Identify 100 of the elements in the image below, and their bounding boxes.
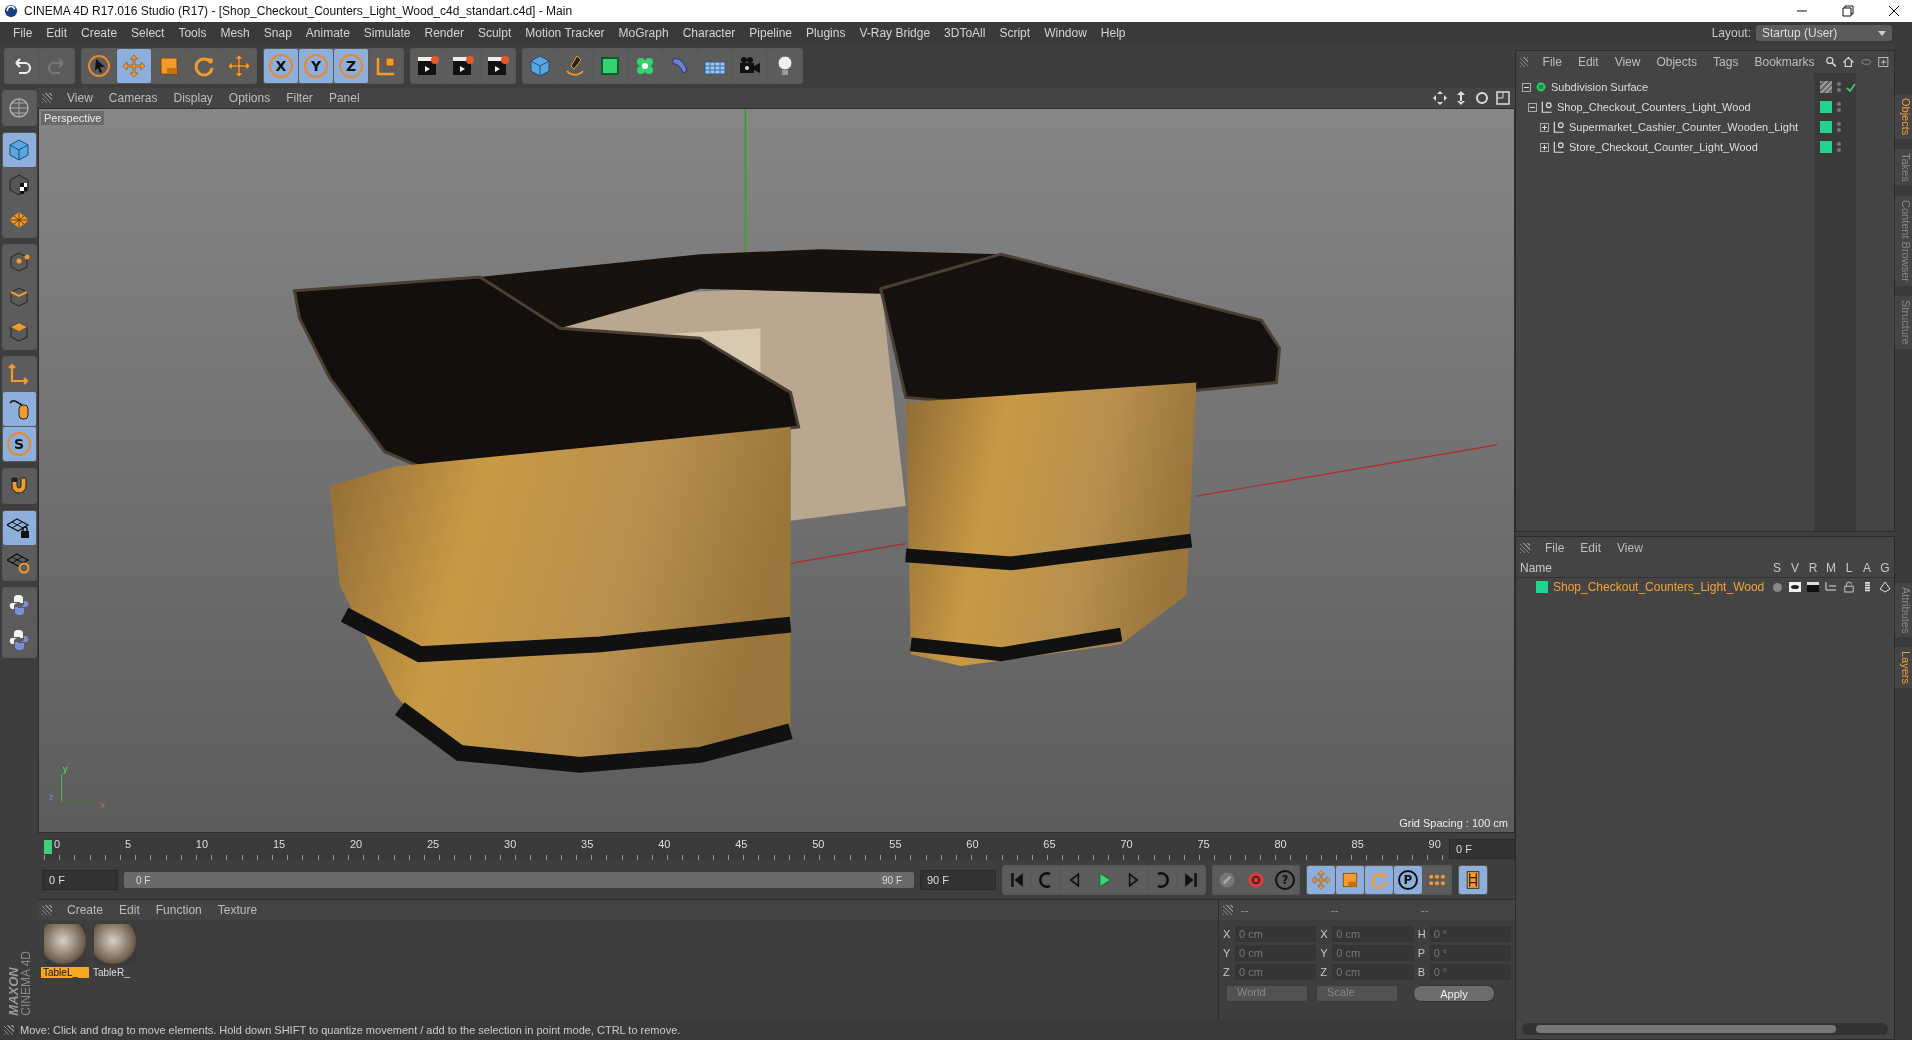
- eye-icon[interactable]: [1789, 582, 1801, 592]
- menu-item[interactable]: MoGraph: [611, 26, 676, 40]
- layer-row[interactable]: Shop_Checkout_Counters_Light_Wood: [1516, 578, 1894, 596]
- tool-button[interactable]: [82, 49, 116, 83]
- visibility-dots-icon[interactable]: [1837, 102, 1841, 112]
- panel-grip-icon[interactable]: [1223, 905, 1233, 915]
- tool-button[interactable]: [446, 49, 480, 83]
- unlocked-icon[interactable]: [1844, 581, 1854, 593]
- menu-item[interactable]: Edit: [39, 26, 75, 40]
- menu-item[interactable]: Texture: [210, 903, 265, 917]
- home-icon[interactable]: [1843, 55, 1854, 69]
- object-row[interactable]: Shop_Checkout_Counters_Light_Wood: [1528, 97, 1894, 117]
- side-tab[interactable]: Content Browser: [1895, 196, 1912, 286]
- menu-item[interactable]: Select: [124, 26, 172, 40]
- tool-button[interactable]: [628, 49, 662, 83]
- side-tab[interactable]: Takes: [1895, 149, 1912, 187]
- clapper-icon[interactable]: [1807, 582, 1819, 592]
- tool-button[interactable]: [2, 546, 36, 580]
- camera-label[interactable]: Perspective: [41, 111, 105, 125]
- tool-button[interactable]: S: [2, 427, 36, 461]
- horizontal-scrollbar[interactable]: [1522, 1023, 1888, 1035]
- generator-icon[interactable]: [1879, 581, 1891, 593]
- expand-icon[interactable]: [1540, 122, 1549, 132]
- side-tab[interactable]: Objects: [1895, 94, 1912, 140]
- tool-button[interactable]: [2, 588, 36, 622]
- menu-item[interactable]: Options: [221, 91, 278, 105]
- expand-icon[interactable]: [1540, 142, 1549, 152]
- menu-item[interactable]: File: [1538, 541, 1572, 555]
- menu-item[interactable]: File: [6, 26, 40, 40]
- animation-bars-icon[interactable]: [1864, 581, 1870, 593]
- material-swatch[interactable]: TableL_: [42, 924, 88, 978]
- menu-item[interactable]: 3DToAll: [937, 26, 993, 40]
- coordinate-field[interactable]: 0 cm: [1332, 945, 1414, 961]
- visibility-dots-icon[interactable]: [1837, 142, 1841, 152]
- panel-grip-icon[interactable]: [1520, 57, 1528, 67]
- tool-button[interactable]: [768, 49, 802, 83]
- coordinate-field[interactable]: 0 cm: [1332, 964, 1414, 980]
- layer-swatch[interactable]: [1820, 101, 1832, 113]
- timeline-ruler[interactable]: 0 5 10 15 20 25 30 35 40 45 50 55 60 65 70 75 80 85 90: [44, 838, 1443, 860]
- coordinate-field[interactable]: 0 °: [1429, 964, 1511, 980]
- menu-item[interactable]: Edit: [1570, 55, 1606, 69]
- menu-item[interactable]: Tags: [1706, 55, 1746, 69]
- visibility-dots-icon[interactable]: [1837, 82, 1841, 92]
- coordinate-field[interactable]: 0 °: [1429, 945, 1511, 961]
- object-row[interactable]: Store_Checkout_Counter_Light_Wood: [1540, 137, 1894, 157]
- side-tab[interactable]: Attributes: [1895, 582, 1912, 638]
- side-tab[interactable]: Structure: [1895, 296, 1912, 349]
- start-frame-field[interactable]: 0 F: [42, 870, 118, 890]
- tool-button[interactable]: [2, 511, 36, 545]
- collapse-icon[interactable]: [1522, 82, 1531, 92]
- visibility-dots-icon[interactable]: [1837, 122, 1841, 132]
- apply-button[interactable]: Apply: [1413, 985, 1495, 1002]
- menu-item[interactable]: Objects: [1649, 55, 1705, 69]
- panel-grip-icon[interactable]: [1520, 543, 1530, 553]
- menu-item[interactable]: Pipeline: [742, 26, 800, 40]
- coordinate-field[interactable]: 0 cm: [1332, 926, 1414, 942]
- menu-item[interactable]: Snap: [256, 26, 299, 40]
- menu-item[interactable]: Cameras: [101, 91, 165, 105]
- menu-item[interactable]: Create: [74, 26, 125, 40]
- panel-grip-icon[interactable]: [42, 905, 52, 915]
- collapse-icon[interactable]: [1528, 102, 1537, 112]
- menu-item[interactable]: Edit: [112, 903, 147, 917]
- menu-item[interactable]: Animate: [298, 26, 357, 40]
- menu-item[interactable]: Render: [417, 26, 471, 40]
- end-frame-field[interactable]: 90 F: [920, 870, 996, 890]
- hierarchy-icon[interactable]: [1825, 582, 1837, 592]
- tool-button[interactable]: X: [264, 49, 298, 83]
- maximize-view-icon[interactable]: [1496, 91, 1510, 105]
- menu-item[interactable]: V-Ray Bridge: [852, 26, 938, 40]
- menu-item[interactable]: Tools: [171, 26, 214, 40]
- checkout-counter-drawing[interactable]: [292, 249, 1282, 773]
- menu-item[interactable]: View: [1610, 541, 1650, 555]
- menu-item[interactable]: Plugins: [799, 26, 853, 40]
- viewport[interactable]: Perspective y z x Grid Spacing : 100 cm: [38, 108, 1515, 833]
- menu-item[interactable]: View: [1607, 55, 1648, 69]
- tool-button[interactable]: Z: [334, 49, 368, 83]
- menu-item[interactable]: Panel: [321, 91, 367, 105]
- frame-range-slider[interactable]: 0 F 90 F: [124, 872, 914, 888]
- menu-item[interactable]: Script: [992, 26, 1038, 40]
- panel-grip-icon[interactable]: [4, 1025, 14, 1035]
- menu-item[interactable]: Mesh: [213, 26, 257, 40]
- tool-button[interactable]: [2, 623, 36, 657]
- menu-item[interactable]: Create: [60, 903, 111, 917]
- menu-item[interactable]: Display: [166, 91, 220, 105]
- tool-button[interactable]: [2, 168, 36, 202]
- new-panel-icon[interactable]: [1878, 55, 1889, 69]
- material-swatch[interactable]: TableR_: [92, 924, 138, 978]
- side-tab[interactable]: Layers: [1895, 647, 1912, 689]
- tool-button[interactable]: [558, 49, 592, 83]
- coordinate-field[interactable]: 0 °: [1429, 926, 1511, 942]
- tool-button[interactable]: Y: [299, 49, 333, 83]
- menu-item[interactable]: Motion Tracker: [518, 26, 612, 40]
- checkmark-icon[interactable]: [1846, 82, 1856, 92]
- pan-icon[interactable]: [1433, 91, 1447, 105]
- menu-item[interactable]: Character: [675, 26, 743, 40]
- tool-button[interactable]: P: [1394, 866, 1422, 894]
- menu-item[interactable]: Filter: [279, 91, 320, 105]
- menu-item[interactable]: Function: [148, 903, 209, 917]
- layer-swatch[interactable]: [1820, 121, 1832, 133]
- menu-item[interactable]: Window: [1037, 26, 1094, 40]
